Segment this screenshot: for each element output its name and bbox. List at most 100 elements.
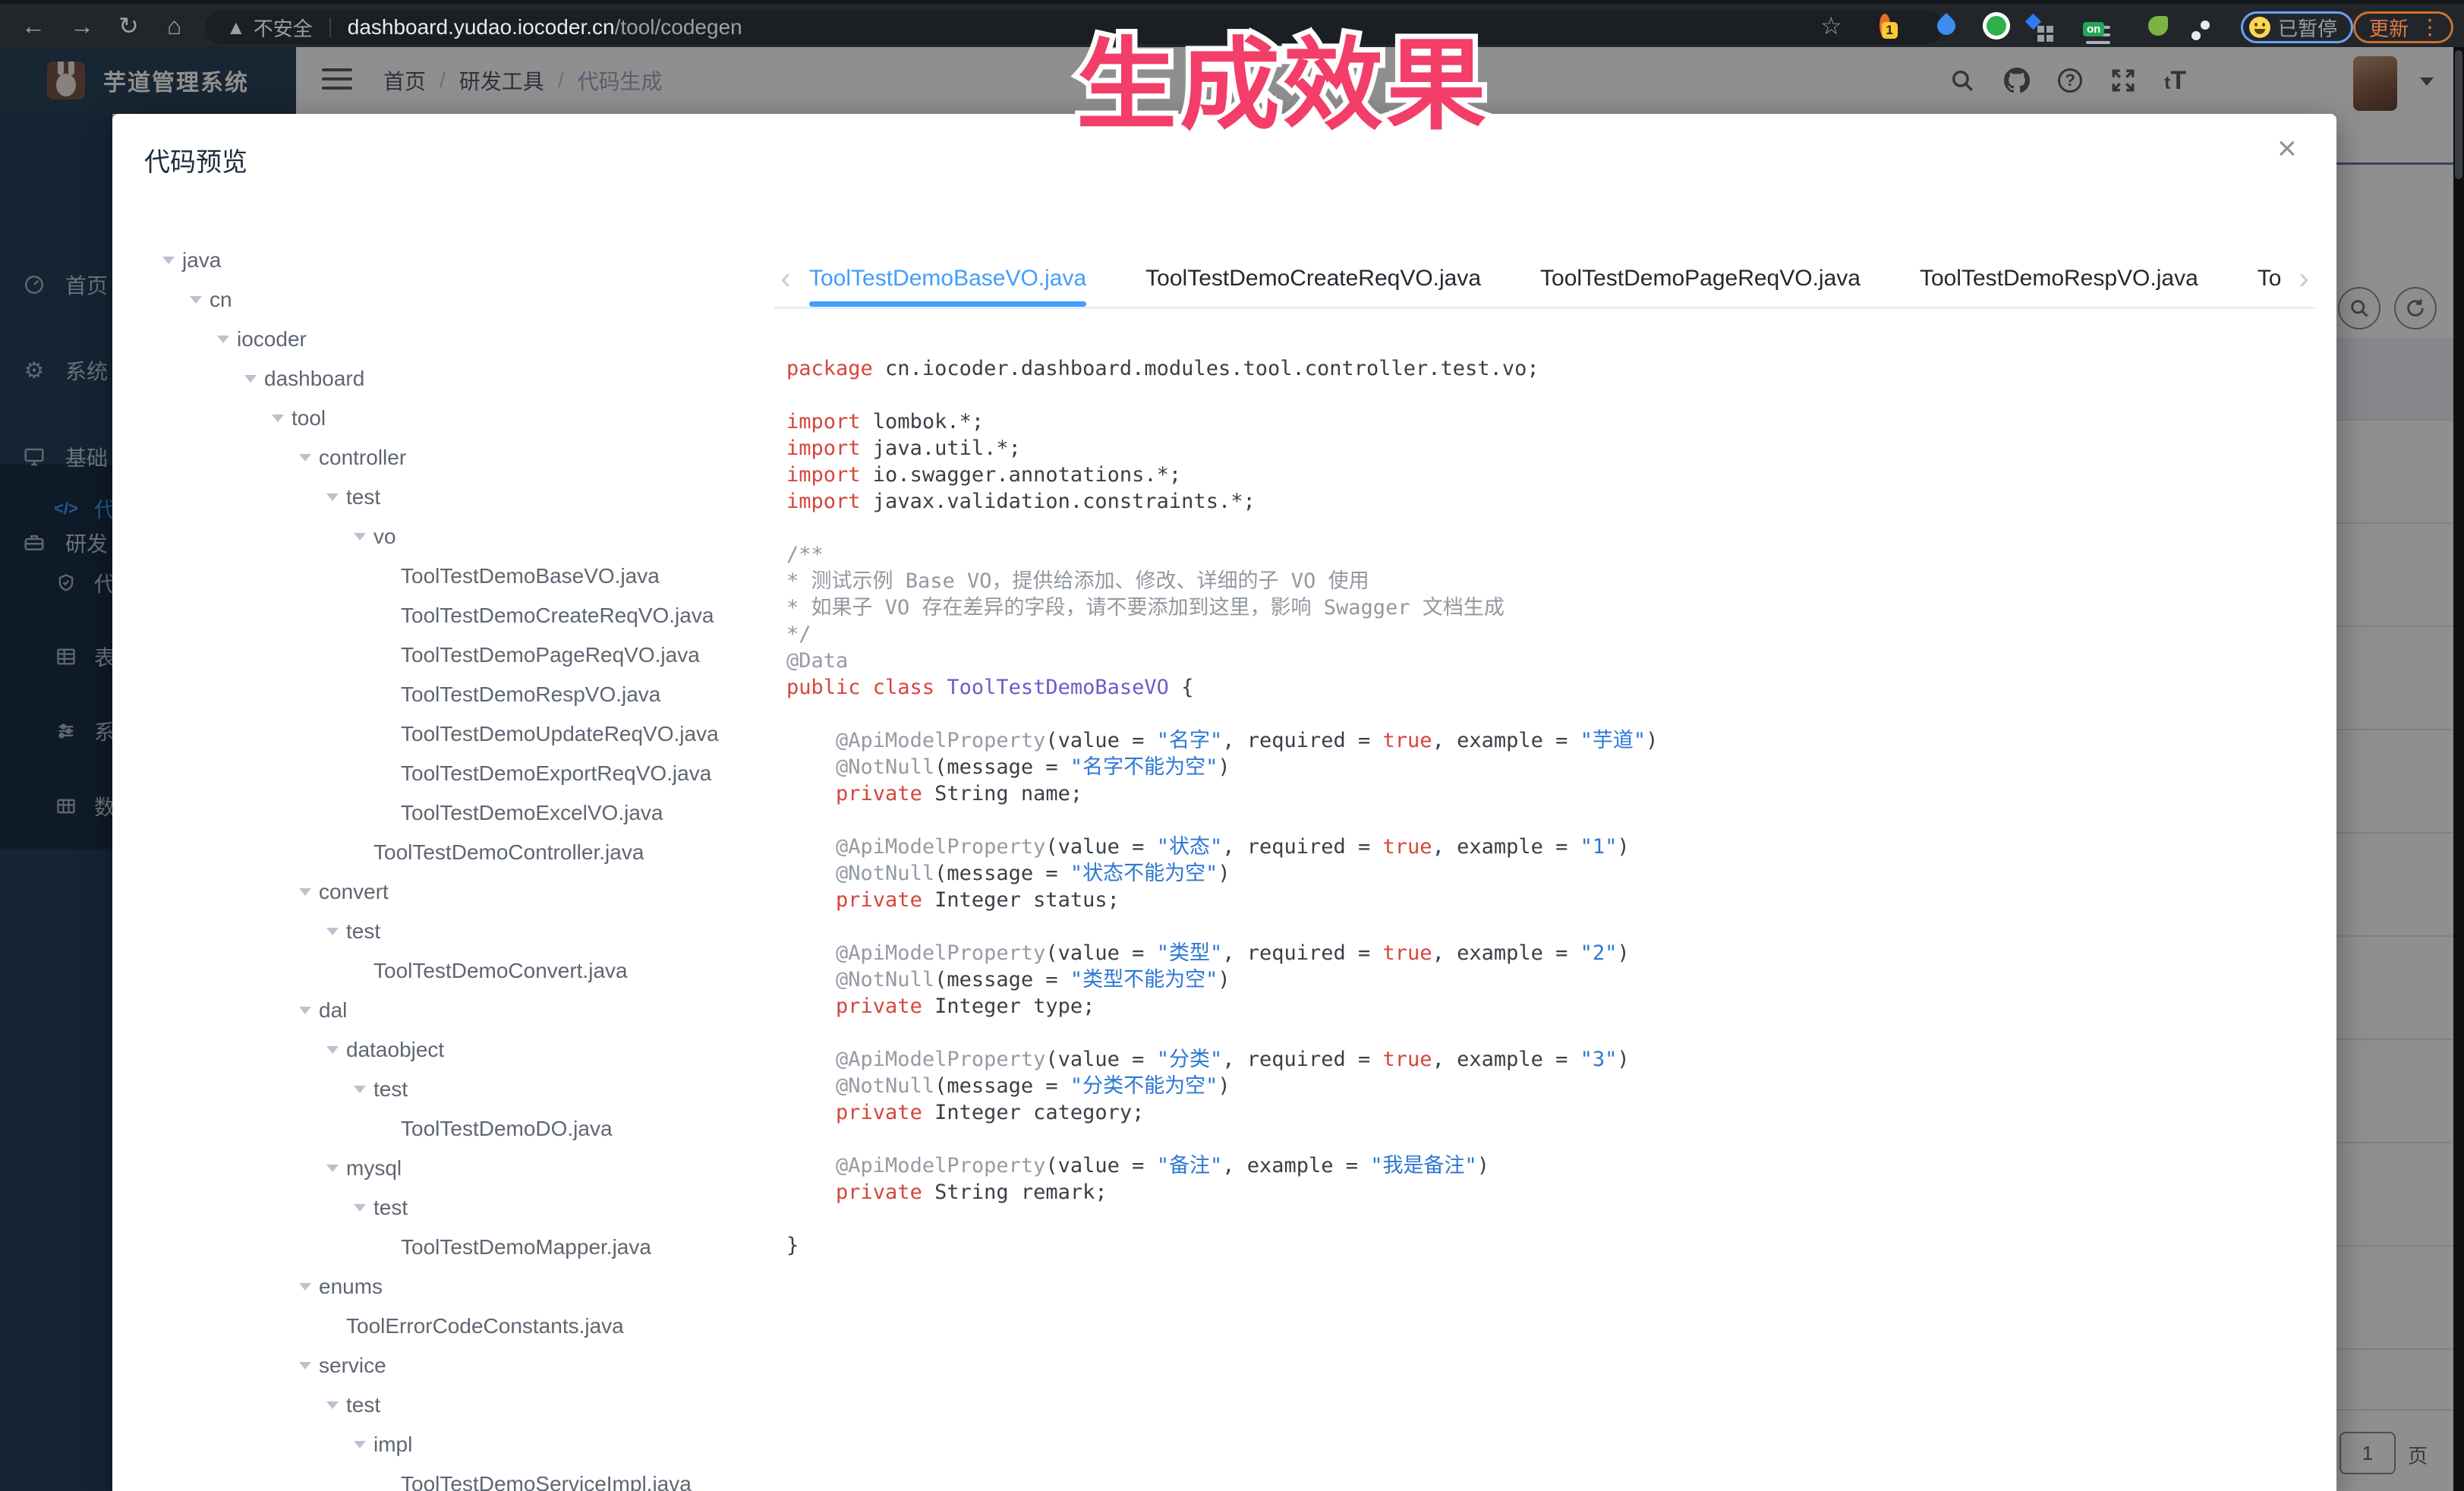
tree-node-file[interactable]: ToolErrorCodeConstants.java	[112, 1307, 765, 1346]
tree-node-file[interactable]: ToolTestDemoConvert.java	[112, 951, 765, 991]
caret-down-icon[interactable]	[354, 1441, 366, 1448]
caret-down-icon[interactable]	[326, 1401, 339, 1409]
caret-down-icon[interactable]	[326, 493, 339, 501]
address-bar-divider	[329, 17, 331, 37]
tree-node-file[interactable]: ToolTestDemoDO.java	[112, 1109, 765, 1149]
tree-node-file[interactable]: ToolTestDemoRespVO.java	[112, 675, 765, 714]
code-line	[786, 1126, 2297, 1152]
tree-node-folder[interactable]: convert	[112, 872, 765, 912]
back-arrow-icon[interactable]: ←	[21, 14, 46, 38]
file-tab-1[interactable]: ToolTestDemoCreateReqVO.java	[1145, 251, 1481, 307]
home-icon[interactable]: ⌂	[167, 14, 181, 38]
tree-node-folder[interactable]: tool	[112, 399, 765, 438]
paused-extension-button[interactable]: 已暂停	[2241, 11, 2353, 43]
caret-down-icon[interactable]	[326, 1046, 339, 1054]
caret-down-icon[interactable]	[244, 375, 257, 383]
tabs-scroll-right-icon[interactable]: ›	[2292, 263, 2315, 294]
not-secure-warning-icon: ▲	[226, 16, 246, 39]
caret-down-icon[interactable]	[299, 1007, 311, 1014]
not-secure-label[interactable]: 不安全	[254, 14, 313, 42]
extension-sprout-icon[interactable]	[2148, 16, 2168, 36]
tree-node-folder[interactable]: java	[112, 241, 765, 280]
tree-node-file[interactable]: ToolTestDemoPageReqVO.java	[112, 635, 765, 675]
caret-down-icon[interactable]	[190, 296, 202, 304]
file-tab-2[interactable]: ToolTestDemoPageReqVO.java	[1540, 251, 1861, 307]
tree-node-folder[interactable]: vo	[112, 517, 765, 556]
code-line: @NotNull(message = "名字不能为空")	[786, 754, 2297, 780]
code-line: @ApiModelProperty(value = "名字", required…	[786, 727, 2297, 754]
tree-node-file[interactable]: ToolTestDemoExportReqVO.java	[112, 754, 765, 793]
tree-node-folder[interactable]: iocoder	[112, 320, 765, 359]
caret-down-icon[interactable]	[299, 454, 311, 462]
code-line: private String remark;	[786, 1179, 2297, 1206]
file-tab-3[interactable]: ToolTestDemoRespVO.java	[1920, 251, 2198, 307]
browser-update-button[interactable]: 更新 ⋮	[2353, 11, 2453, 43]
tree-node-folder[interactable]: mysql	[112, 1149, 765, 1188]
tree-node-file[interactable]: ToolTestDemoController.java	[112, 833, 765, 872]
code-line: private Integer status;	[786, 887, 2297, 913]
extension-badge: 1	[1882, 22, 1898, 39]
caret-down-icon[interactable]	[326, 928, 339, 935]
code-line: */	[786, 621, 2297, 648]
code-preview-modal: 代码预览 × javacniocoderdashboardtoolcontrol…	[112, 114, 2336, 1491]
tree-node-file[interactable]: ToolTestDemoExcelVO.java	[112, 793, 765, 833]
annotation-text: 生成效果	[1032, 5, 1533, 150]
tree-node-folder[interactable]: dal	[112, 991, 765, 1030]
modal-title: 代码预览	[144, 141, 247, 178]
tree-node-file[interactable]: ToolTestDemoCreateReqVO.java	[112, 596, 765, 635]
caret-down-icon[interactable]	[217, 336, 229, 343]
tree-node-file[interactable]: ToolTestDemoMapper.java	[112, 1228, 765, 1267]
code-line	[786, 1020, 2297, 1046]
tree-node-folder[interactable]: test	[112, 1188, 765, 1228]
tree-node-folder[interactable]: test	[112, 1070, 765, 1109]
scrollbar-thumb[interactable]	[2455, 50, 2462, 179]
caret-down-icon[interactable]	[354, 533, 366, 541]
code-line: private String name;	[786, 780, 2297, 807]
code-line: @ApiModelProperty(value = "类型", required…	[786, 940, 2297, 966]
window-scrollbar[interactable]	[2453, 47, 2464, 1491]
tree-node-folder[interactable]: controller	[112, 438, 765, 478]
bookmark-star-icon[interactable]: ☆	[1820, 11, 1842, 40]
browser-menu-kebab-icon[interactable]: ⋮	[2419, 17, 2440, 38]
close-icon[interactable]: ×	[2277, 132, 2297, 165]
tabs-scroll-left-icon[interactable]: ‹	[774, 263, 797, 294]
file-tab-0[interactable]: ToolTestDemoBaseVO.java	[809, 251, 1086, 307]
forward-arrow-icon[interactable]: →	[70, 14, 94, 38]
extension-green-icon[interactable]	[1983, 12, 2010, 39]
code-line	[786, 1206, 2297, 1232]
caret-down-icon[interactable]	[354, 1086, 366, 1093]
reload-icon[interactable]: ↻	[118, 14, 139, 38]
code-line: }	[786, 1232, 2297, 1259]
tree-node-file[interactable]: ToolTestDemoBaseVO.java	[112, 556, 765, 596]
paused-label: 已暂停	[2278, 14, 2337, 42]
caret-down-icon[interactable]	[299, 888, 311, 896]
caret-down-icon[interactable]	[272, 415, 284, 422]
tree-node-folder[interactable]: dataobject	[112, 1030, 765, 1070]
code-line: private Integer category;	[786, 1099, 2297, 1126]
tree-node-file[interactable]: ToolTestDemoUpdateReqVO.java	[112, 714, 765, 754]
tree-node-folder[interactable]: impl	[112, 1425, 765, 1464]
tree-node-folder[interactable]: dashboard	[112, 359, 765, 399]
code-line: * 测试示例 Base VO，提供给添加、修改、详细的子 VO 使用	[786, 568, 2297, 594]
tree-node-folder[interactable]: cn	[112, 280, 765, 320]
tree-node-folder[interactable]: test	[112, 912, 765, 951]
caret-down-icon[interactable]	[299, 1362, 311, 1370]
caret-down-icon[interactable]	[299, 1283, 311, 1291]
file-tab-4[interactable]: ToolTe	[2258, 251, 2280, 307]
tree-node-folder[interactable]: test	[112, 478, 765, 517]
code-line: import java.util.*;	[786, 435, 2297, 462]
caret-down-icon[interactable]	[326, 1165, 339, 1172]
tree-node-file[interactable]: ToolTestDemoServiceImpl.java	[112, 1464, 765, 1491]
caret-down-icon[interactable]	[354, 1204, 366, 1212]
code-line: import javax.validation.constraints.*;	[786, 488, 2297, 515]
code-line: @NotNull(message = "类型不能为空")	[786, 966, 2297, 993]
tree-node-folder[interactable]: enums	[112, 1267, 765, 1307]
extension-orange-icon[interactable]: 1	[1880, 19, 1890, 33]
code-line: import lombok.*;	[786, 408, 2297, 435]
code-line: @Data	[786, 648, 2297, 674]
tree-node-folder[interactable]: test	[112, 1385, 765, 1425]
file-tree: javacniocoderdashboardtoolcontrollertest…	[112, 241, 765, 1491]
caret-down-icon[interactable]	[162, 257, 175, 264]
code-line: * 如果子 VO 存在差异的字段，请不要添加到这里，影响 Swagger 文档生…	[786, 594, 2297, 621]
tree-node-folder[interactable]: service	[112, 1346, 765, 1385]
